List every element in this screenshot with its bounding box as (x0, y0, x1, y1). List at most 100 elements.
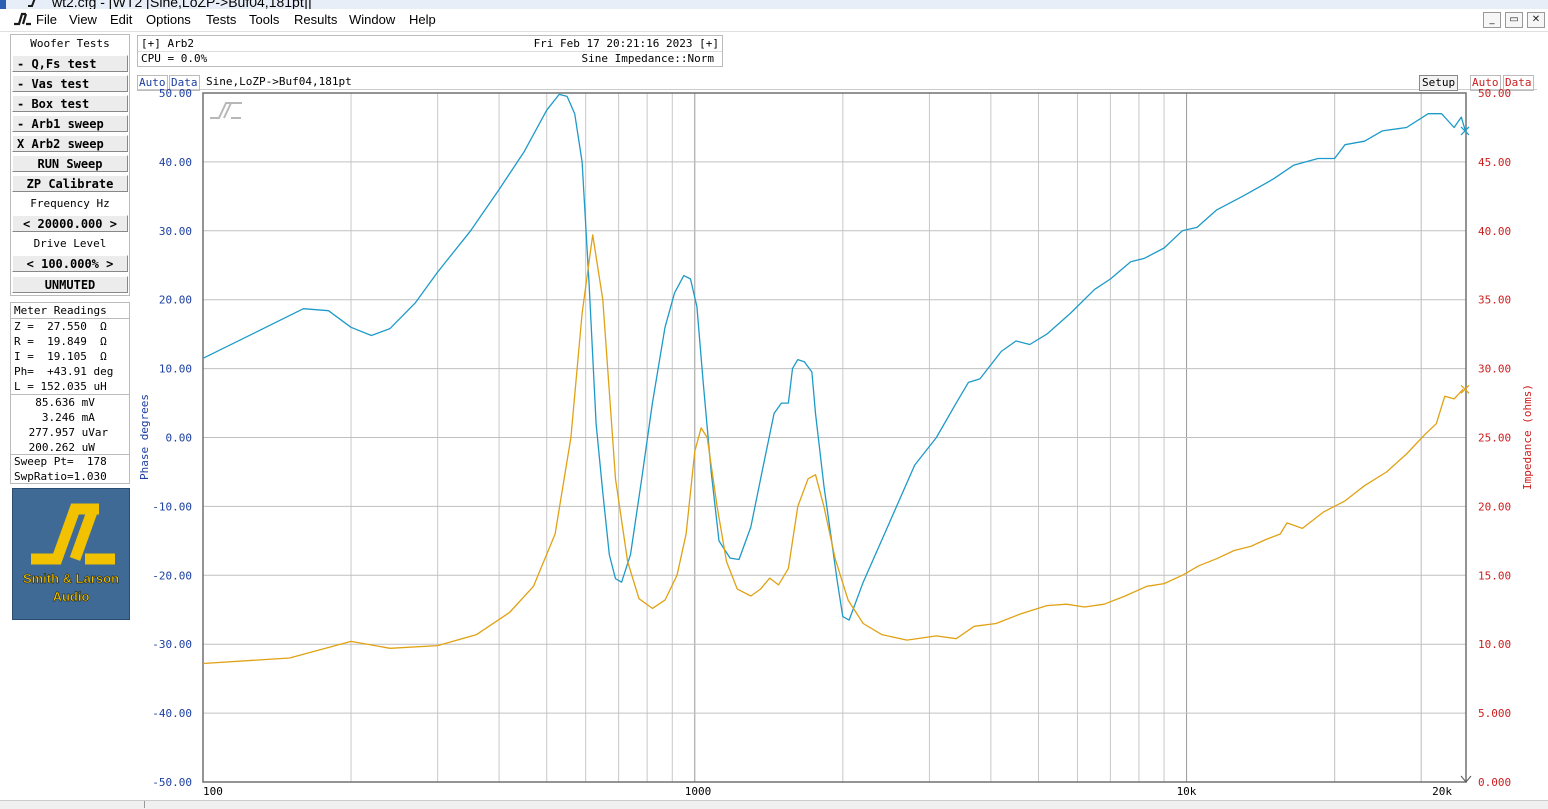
app-menu-icon[interactable] (12, 11, 32, 27)
right-tick-label: 30.00 (1478, 363, 1511, 376)
impedance-cursor-marker (1460, 384, 1470, 394)
close-button[interactable]: ✕ (1527, 12, 1545, 28)
meter-reactive-power: 277.957 uVar (22, 426, 109, 439)
restore-button[interactable]: ▭ (1505, 12, 1523, 28)
menu-tools[interactable]: Tools (249, 12, 279, 27)
logo-text-line1: Smith & Larson (22, 571, 120, 586)
meter-r: R = 19.849 Ω (14, 335, 107, 348)
drive-level-stepper[interactable]: < 100.000% > (12, 255, 128, 272)
x-tick-label: 20k (1432, 785, 1452, 798)
menu-results[interactable]: Results (294, 12, 337, 27)
arb2-sweep-button[interactable]: X Arb2 sweep (12, 135, 128, 152)
sweep-point: Sweep Pt= 178 (14, 455, 107, 468)
right-tick-label: 25.00 (1478, 432, 1511, 445)
right-tick-label: 10.00 (1478, 638, 1511, 651)
left-tick-label: -30.00 (152, 638, 192, 651)
left-tick-label: 20.00 (159, 294, 192, 307)
menu-window[interactable]: Window (349, 12, 395, 27)
left-tick-label: 0.00 (166, 432, 193, 445)
minimize-button[interactable]: _ (1483, 12, 1501, 28)
meter-readings-heading: Meter Readings (14, 304, 107, 317)
chart-caption: Sine,LoZP->Buf04,181pt (206, 75, 352, 88)
meter-z: Z = 27.550 Ω (14, 320, 107, 333)
arb1-sweep-button[interactable]: - Arb1 sweep (12, 115, 128, 132)
meter-power: 200.262 uW (22, 441, 95, 454)
menu-view[interactable]: View (69, 12, 97, 27)
right-auto-button[interactable]: Auto (1470, 75, 1501, 91)
window-titlebar: wt2.cfg - [WT2 [Sine,LoZP->Buf04,181pt]] (0, 0, 1548, 9)
menu-options[interactable]: Options (146, 12, 191, 27)
left-auto-button[interactable]: Auto (137, 75, 168, 91)
right-tick-label: 15.00 (1478, 569, 1511, 582)
plot-watermark-icon (210, 102, 242, 119)
menu-help[interactable]: Help (409, 12, 436, 27)
mute-toggle-button[interactable]: UNMUTED (12, 276, 128, 293)
plot-border (202, 92, 1467, 783)
vas-test-button[interactable]: - Vas test (12, 75, 128, 92)
logo-text-line2: Audio (52, 589, 90, 604)
menu-bar: File View Edit Options Tests Tools Resul… (0, 9, 1548, 32)
menu-tests[interactable]: Tests (206, 12, 236, 27)
right-tick-label: 40.00 (1478, 225, 1511, 238)
left-tick-label: 40.00 (159, 156, 192, 169)
meter-current: 3.246 mA (22, 411, 95, 424)
sweep-ratio: SwpRatio=1.030 (14, 470, 107, 483)
box-test-button[interactable]: - Box test (12, 95, 128, 112)
header-cpu: CPU = 0.0% (141, 52, 208, 65)
impedance-phase-chart[interactable]: 50.0040.0030.0020.0010.000.00-10.00-20.0… (0, 0, 1548, 808)
titlebar-edge (0, 0, 6, 9)
frequency-stepper[interactable]: < 20000.000 > (12, 215, 128, 232)
meter-i: I = 19.105 Ω (14, 350, 107, 363)
chart-grid (202, 92, 1466, 783)
qfs-test-button[interactable]: - Q,Fs test (12, 55, 128, 72)
status-bar-separator (144, 801, 145, 808)
left-data-button[interactable]: Data (169, 75, 200, 91)
right-tick-label: 0.000 (1478, 776, 1511, 789)
right-tick-label: 45.00 (1478, 156, 1511, 169)
drive-level-heading: Drive Level (11, 235, 129, 252)
smith-larson-logo: Smith & Larson Audio (12, 488, 130, 620)
phase-cursor-marker (1460, 126, 1470, 136)
zp-calibrate-button[interactable]: ZP Calibrate (12, 175, 128, 192)
right-data-button[interactable]: Data (1503, 75, 1534, 91)
woofer-tests-heading: Woofer Tests (11, 35, 129, 52)
phase-curve (202, 93, 1467, 621)
sl-logo-mark (31, 503, 115, 565)
frequency-heading: Frequency Hz (11, 195, 129, 212)
plot-frame (202, 92, 1467, 783)
left-tick-label: -10.00 (152, 500, 192, 513)
left-tick-label: -20.00 (152, 569, 192, 582)
meter-phase: Ph= +43.91 deg (14, 365, 114, 378)
setup-button[interactable]: Setup (1419, 75, 1459, 91)
header-tag[interactable]: [+] Arb2 (141, 37, 194, 51)
run-sweep-button[interactable]: RUN Sweep (12, 155, 128, 172)
left-axis-label: Phase degrees (138, 394, 151, 480)
plot-background (203, 93, 1466, 782)
left-tick-label: -40.00 (152, 707, 192, 720)
cursor-markers (1460, 126, 1472, 783)
meter-voltage: 85.636 mV (22, 396, 95, 409)
x-axis-ticks: 100 1000 10k 20k (203, 785, 1452, 798)
header-mode: Sine Impedance::Norm (581, 52, 714, 65)
menu-file[interactable]: File (36, 12, 57, 27)
impedance-curve (202, 234, 1464, 665)
left-tick-label: 10.00 (159, 363, 192, 376)
app-logo-icon (28, 0, 36, 7)
meter-inductance: L = 152.035 uH (14, 380, 107, 393)
chart-series (202, 93, 1467, 665)
right-tick-label: 35.00 (1478, 294, 1511, 307)
header-datetime: Fri Feb 17 20:21:16 2023 [+] (533, 37, 719, 50)
window-title: wt2.cfg - [WT2 [Sine,LoZP->Buf04,181pt]] (52, 0, 312, 9)
x-tick-label: 1000 (685, 785, 712, 798)
left-tick-label: 30.00 (159, 225, 192, 238)
right-tick-label: 20.00 (1478, 500, 1511, 513)
right-axis-ticks: 50.0045.0040.0035.0030.0025.0020.0015.00… (1478, 87, 1511, 789)
menu-edit[interactable]: Edit (110, 12, 132, 27)
x-tick-label: 100 (203, 785, 223, 798)
left-axis-ticks: 50.0040.0030.0020.0010.000.00-10.00-20.0… (152, 87, 192, 789)
right-tick-label: 5.000 (1478, 707, 1511, 720)
x-tick-label: 10k (1177, 785, 1197, 798)
x-cursor-marker (1460, 775, 1472, 783)
left-tick-label: -50.00 (152, 776, 192, 789)
right-axis-label: Impedance (ohms) (1521, 384, 1534, 490)
